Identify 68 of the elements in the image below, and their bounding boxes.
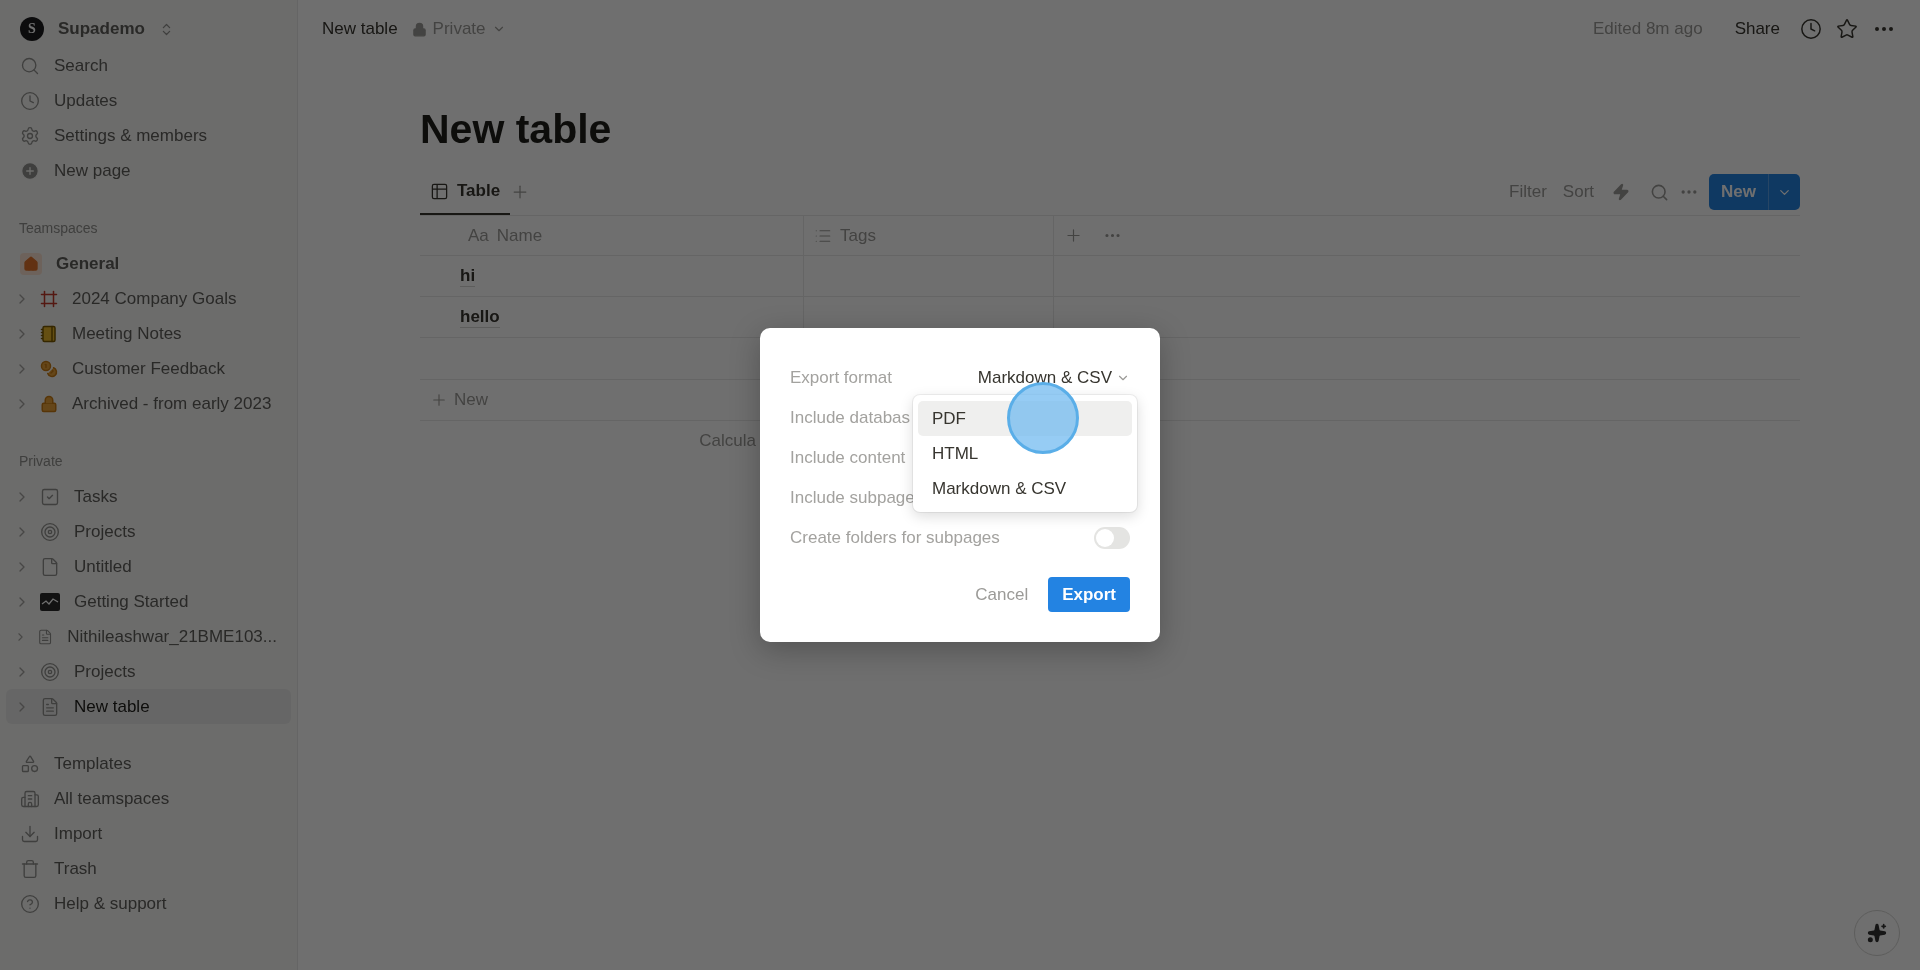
plus-icon [430,391,448,409]
clock-icon[interactable] [1800,18,1822,40]
sidebar-item[interactable]: All teamspaces [6,781,291,816]
lock-icon [411,21,427,37]
toggle-switch[interactable] [1094,527,1130,549]
search-icon [20,55,40,76]
option-label: Export format [790,368,893,388]
option-label: Create folders for subpages [790,528,1000,548]
sidebar-item[interactable]: Archived - from early 2023 [6,386,291,421]
table-icon [430,181,449,201]
sidebar-item[interactable]: 2024 Company Goals [6,281,291,316]
share-button[interactable]: Share [1728,15,1786,43]
sidebar-item[interactable]: Templates [6,746,291,781]
sidebar-item[interactable]: General [6,246,291,281]
sparkle-icon [1867,923,1887,943]
sidebar-item[interactable]: Getting Started [6,584,291,619]
checkbox-icon [40,486,60,507]
sidebar-item[interactable]: Nithileashwar_21BME103... [6,619,291,654]
menu-item[interactable]: HTML [918,436,1132,471]
settings-icon [20,125,40,146]
star-icon[interactable] [1836,18,1858,40]
building-icon [20,788,40,809]
plus-circle-icon [20,160,40,181]
sidebar-item[interactable]: Untitled [6,549,291,584]
document-icon [40,696,60,717]
breadcrumb[interactable]: New table [322,19,398,39]
table-cell: hi [420,256,804,297]
sidebar-item[interactable]: Tasks [6,479,291,514]
sidebar-item[interactable]: Trash [6,851,291,886]
sidebar-item[interactable]: Meeting Notes [6,316,291,351]
chart-icon [40,592,60,611]
shapes-icon [20,753,40,774]
target-icon [40,521,60,542]
lock-icon [40,394,58,413]
option-label: Include content [790,448,906,468]
trash-icon [20,858,40,879]
export-button[interactable]: Export [1048,577,1130,612]
view-tab[interactable]: Table [420,169,511,215]
workspace-switcher[interactable]: S Supademo [6,10,291,48]
option-label: Include databas [790,408,911,428]
sidebar-item[interactable]: Customer Feedback [6,351,291,386]
sidebar-item[interactable]: Projects [6,514,291,549]
frame-icon [40,289,58,308]
menu-item[interactable]: Markdown & CSV [918,471,1132,506]
ai-assistant-button[interactable] [1854,910,1900,956]
plus-icon[interactable] [1064,226,1083,245]
page-icon [40,556,60,577]
sidebar-item[interactable]: Search [6,48,291,83]
sidebar-item[interactable]: Projects [6,654,291,689]
coin-icon [40,359,58,378]
search-icon[interactable] [1650,182,1670,202]
sidebar-item[interactable]: Settings & members [6,118,291,153]
house-icon [23,255,39,272]
download-icon [20,823,40,844]
target-icon [40,661,60,682]
notebook-icon [40,324,58,343]
sidebar-item[interactable]: Help & support [6,886,291,921]
sidebar-item[interactable]: Updates [6,83,291,118]
page-title: New table [420,106,613,153]
lightning-icon[interactable] [1612,183,1631,201]
option-label: Include subpage [790,488,915,508]
sidebar-item[interactable]: New page [6,153,291,188]
sidebar-item[interactable]: New table [6,689,291,724]
workspace-avatar: S [20,17,44,41]
clock-icon [20,90,40,111]
sidebar-item[interactable]: Import [6,816,291,851]
cancel-button[interactable]: Cancel [969,578,1035,611]
help-icon [20,893,40,914]
